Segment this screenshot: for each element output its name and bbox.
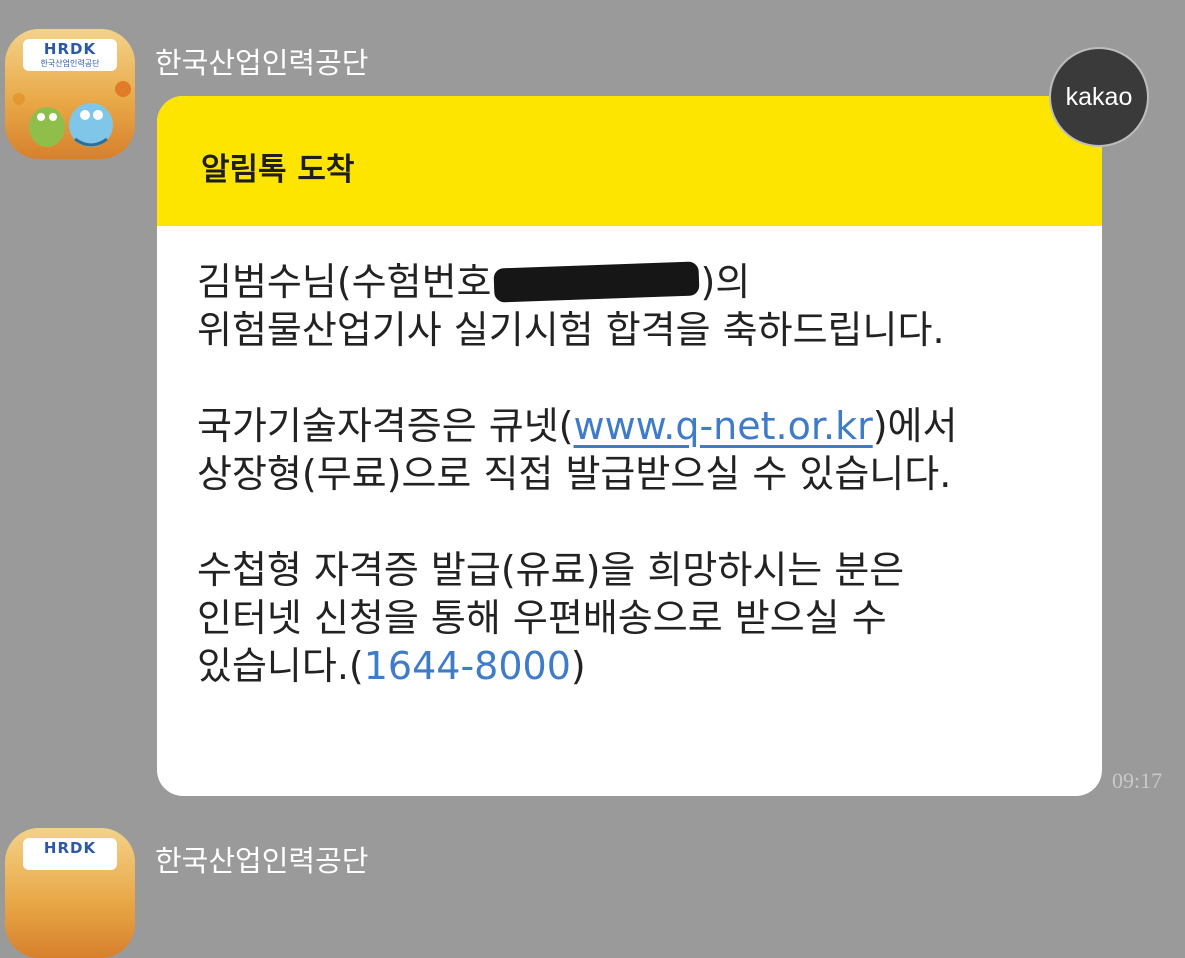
message-line: 수첩형 자격증 발급(유료)을 희망하시는 분은 (197, 548, 905, 592)
sender-avatar[interactable]: HRDK 한국산업인력공단 (5, 29, 135, 159)
message-line: 있습니다.(1644-8000) (197, 644, 586, 688)
mascot-illustration (13, 81, 131, 147)
qnet-link[interactable]: www.q-net.or.kr (574, 404, 873, 448)
message-line: 인터넷 신청을 통해 우편배송으로 받으실 수 (197, 596, 887, 640)
message-timestamp: 09:17 (1112, 768, 1163, 793)
message-paragraph: 김범수님(수험번호)의 위험물산업기사 실기시험 합격을 축하드립니다. (197, 258, 1072, 354)
message-line: 김범수님(수험번호)의 (197, 260, 751, 304)
message-line: 위험물산업기사 실기시험 합격을 축하드립니다. (197, 308, 945, 352)
sender-avatar[interactable]: HRDK (5, 828, 135, 958)
message-line: 상장형(무료)으로 직접 발급받으실 수 있습니다. (197, 452, 952, 496)
message-paragraph: 국가기술자격증은 큐넷(www.q-net.or.kr)에서 상장형(무료)으로… (197, 402, 1072, 498)
redacted-exam-number (492, 261, 700, 303)
message-body: 김범수님(수험번호)의 위험물산업기사 실기시험 합격을 축하드립니다. 국가기… (197, 258, 1072, 690)
alimtalk-message-bubble[interactable]: 알림톡 도착 김범수님(수험번호)의 위험물산업기사 실기시험 합격을 축하드립… (157, 96, 1102, 796)
message-header: 알림톡 도착 (157, 96, 1102, 226)
message-line: 국가기술자격증은 큐넷(www.q-net.or.kr)에서 (197, 404, 958, 448)
message-paragraph: 수첩형 자격증 발급(유료)을 희망하시는 분은 인터넷 신청을 통해 우편배송… (197, 546, 1072, 690)
phone-number-link[interactable]: 1644-8000 (364, 644, 571, 688)
sender-name: 한국산업인력공단 (155, 844, 369, 878)
message-header-title: 알림톡 도착 (201, 152, 355, 188)
kakao-badge: kakao (1049, 47, 1149, 147)
kakao-badge-label: kakao (1065, 83, 1133, 111)
sender-name: 한국산업인력공단 (155, 46, 369, 80)
hrdk-logo: HRDK (23, 838, 117, 870)
